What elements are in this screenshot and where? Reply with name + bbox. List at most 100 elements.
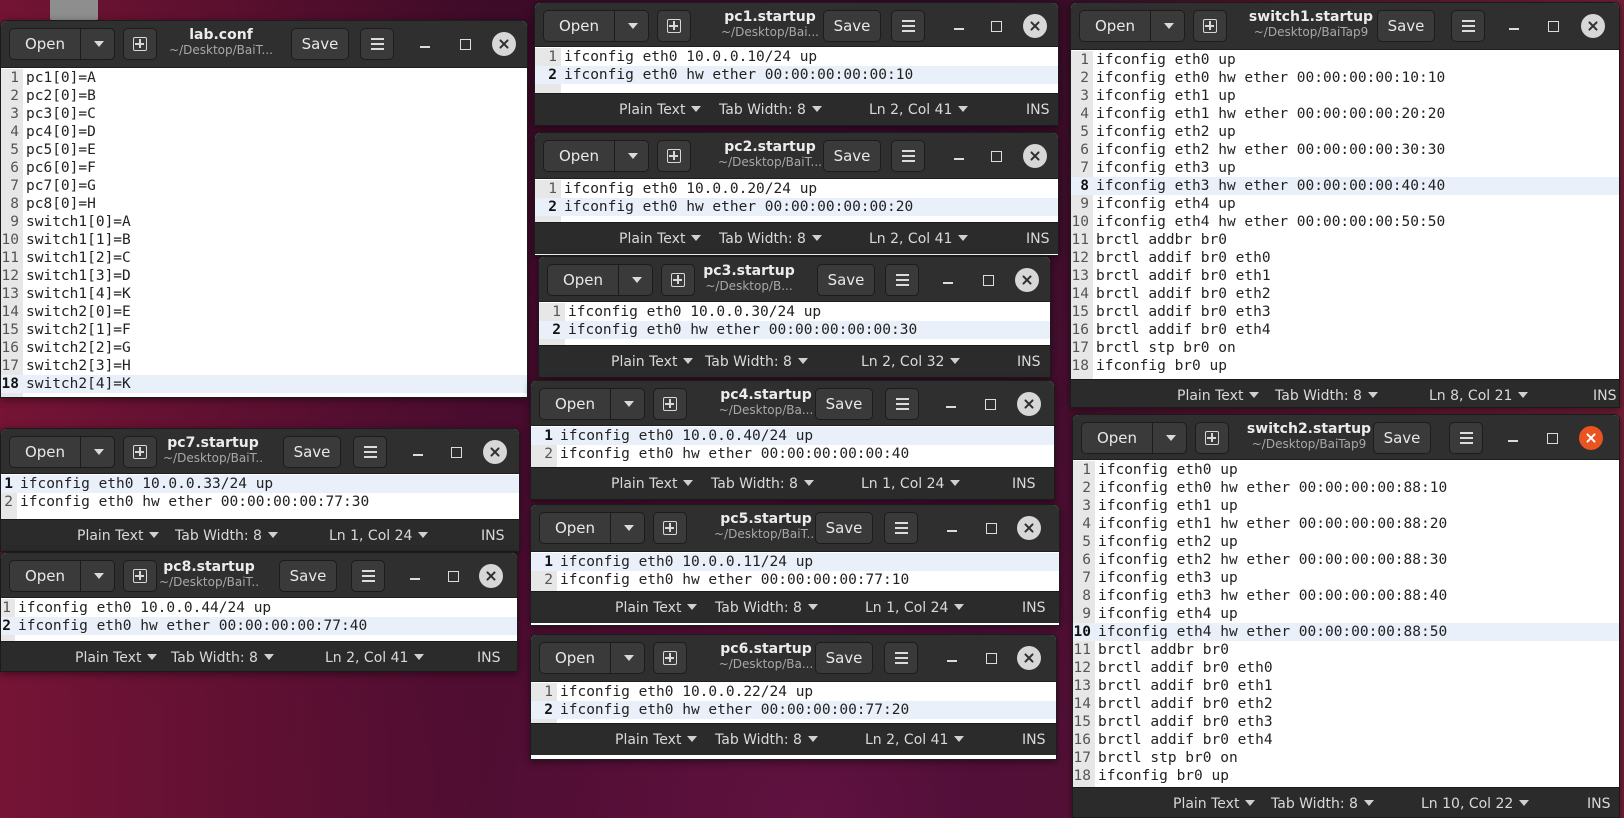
cursor-position-selector[interactable]: Ln 1, Col 24: [861, 468, 960, 499]
code-line[interactable]: 1 ifconfig eth0 10.0.0.10/24 up: [535, 48, 1058, 66]
chevron-down-icon[interactable]: [94, 449, 104, 455]
new-document-button[interactable]: [653, 512, 687, 544]
code-line[interactable]: 4 ifconfig eth1 hw ether 00:00:00:00:88:2…: [1073, 515, 1619, 533]
language-selector[interactable]: Plain Text: [619, 94, 701, 125]
minimize-icon[interactable]: [940, 516, 964, 540]
code-line[interactable]: 12 brctl addif br0 eth0: [1071, 249, 1619, 267]
open-button[interactable]: Open: [539, 512, 645, 544]
open-button[interactable]: Open: [9, 560, 115, 592]
code-line[interactable]: 11 brctl addbr br0: [1073, 641, 1619, 659]
code-line[interactable]: 2 ifconfig eth0 hw ether 00:00:00:00:77:2…: [531, 701, 1056, 719]
code-line[interactable]: 2 ifconfig eth0 hw ether 00:00:00:00:00:4…: [531, 445, 1054, 463]
text-editor-area[interactable]: 1 ifconfig eth0 up 2 ifconfig eth0 hw ether…: [1071, 51, 1619, 379]
close-icon[interactable]: [1017, 646, 1041, 670]
code-line[interactable]: 18 ifconfig br0 up: [1073, 767, 1619, 785]
insert-mode-indicator[interactable]: INS: [1026, 223, 1050, 255]
maximize-icon[interactable]: [976, 268, 1000, 292]
text-editor-area[interactable]: 1 ifconfig eth0 up 2 ifconfig eth0 hw ether…: [1073, 461, 1619, 787]
insert-mode-indicator[interactable]: INS: [1593, 380, 1617, 407]
editor-window-pc2[interactable]: Open pc2.startup ~/Desktop/BaiT... Save 1 ifc…: [534, 132, 1059, 256]
cursor-position-selector[interactable]: Ln 2, Col 41: [325, 642, 424, 671]
code-line[interactable]: 10 ifconfig eth4 hw ether 00:00:00:00:88:…: [1073, 623, 1619, 641]
cursor-position-selector[interactable]: Ln 2, Col 32: [861, 346, 960, 377]
chevron-down-icon[interactable]: [94, 573, 104, 579]
code-line[interactable]: 15 switch2[1]=F: [1, 321, 527, 339]
save-button[interactable]: Save: [815, 388, 873, 420]
minimize-icon[interactable]: [403, 564, 427, 588]
hamburger-menu-button[interactable]: [360, 28, 394, 60]
language-selector[interactable]: Plain Text: [615, 592, 697, 624]
language-selector[interactable]: Plain Text: [611, 346, 693, 377]
tab-width-selector[interactable]: Tab Width: 8: [715, 724, 818, 756]
minimize-icon[interactable]: [936, 268, 960, 292]
minimize-icon[interactable]: [1502, 14, 1526, 38]
save-button[interactable]: Save: [815, 512, 873, 544]
code-line[interactable]: 14 brctl addif br0 eth2: [1073, 695, 1619, 713]
code-line[interactable]: 7 ifconfig eth3 up: [1073, 569, 1619, 587]
code-line[interactable]: 8 pc8[0]=H: [1, 195, 527, 213]
code-line[interactable]: 11 switch1[2]=C: [1, 249, 527, 267]
code-line[interactable]: 6 ifconfig eth2 hw ether 00:00:00:00:30:3…: [1071, 141, 1619, 159]
minimize-icon[interactable]: [947, 144, 971, 168]
new-document-button[interactable]: [1193, 10, 1227, 42]
insert-mode-indicator[interactable]: INS: [1587, 788, 1611, 817]
hamburger-menu-button[interactable]: [884, 642, 918, 674]
code-line[interactable]: 14 switch2[0]=E: [1, 303, 527, 321]
editor-window-switch2[interactable]: Open switch2.startup ~/Desktop/BaiTap9 Save…: [1072, 414, 1620, 818]
cursor-position-selector[interactable]: Ln 1, Col 24: [329, 520, 428, 551]
minimize-icon[interactable]: [406, 440, 430, 464]
code-line[interactable]: 1 ifconfig eth0 10.0.0.22/24 up: [531, 683, 1056, 701]
code-line[interactable]: 1 ifconfig eth0 10.0.0.40/24 up: [531, 427, 1054, 445]
close-icon[interactable]: [1579, 426, 1603, 450]
text-editor-area[interactable]: 1 ifconfig eth0 10.0.0.44/24 up 2 ifconfig …: [1, 599, 517, 641]
cursor-position-selector[interactable]: Ln 2, Col 41: [869, 223, 968, 255]
new-document-button[interactable]: [123, 28, 157, 60]
hamburger-menu-button[interactable]: [353, 436, 387, 468]
code-line[interactable]: 13 brctl addif br0 eth1: [1071, 267, 1619, 285]
code-line[interactable]: 3 pc3[0]=C: [1, 105, 527, 123]
code-line[interactable]: 2 ifconfig eth0 hw ether 00:00:00:00:10:1…: [1071, 69, 1619, 87]
chevron-down-icon[interactable]: [94, 41, 104, 47]
code-line[interactable]: 15 brctl addif br0 eth3: [1073, 713, 1619, 731]
close-icon[interactable]: [1017, 516, 1041, 540]
language-selector[interactable]: Plain Text: [77, 520, 159, 551]
tab-width-selector[interactable]: Tab Width: 8: [715, 592, 818, 624]
close-icon[interactable]: [1015, 268, 1039, 292]
open-button[interactable]: Open: [539, 642, 645, 674]
code-line[interactable]: 4 pc4[0]=D: [1, 123, 527, 141]
editor-window-pc8[interactable]: Open pc8.startup ~/Desktop/BaiT... Save 1 ifc…: [0, 552, 518, 672]
close-icon[interactable]: [1023, 14, 1047, 38]
code-line[interactable]: 2 ifconfig eth0 hw ether 00:00:00:00:00:3…: [539, 321, 1050, 339]
maximize-icon[interactable]: [979, 646, 1003, 670]
language-selector[interactable]: Plain Text: [1173, 788, 1255, 817]
close-icon[interactable]: [1023, 144, 1047, 168]
maximize-icon[interactable]: [1540, 426, 1564, 450]
text-editor-area[interactable]: 1 ifconfig eth0 10.0.0.30/24 up 2 ifconfig …: [539, 303, 1050, 345]
code-line[interactable]: 2 pc2[0]=B: [1, 87, 527, 105]
save-button[interactable]: Save: [1373, 422, 1431, 454]
save-button[interactable]: Save: [817, 264, 875, 296]
editor-window-pc3[interactable]: Open pc3.startup ~/Desktop/B... Save 1 ifconf…: [538, 256, 1051, 378]
editor-window-pc6[interactable]: Open pc6.startup ~/Desktop/Ba... Save 1 ifcon…: [530, 634, 1057, 760]
editor-window-pc7[interactable]: Open pc7.startup ~/Desktop/BaiT... Save 1 ifc…: [0, 428, 520, 552]
hamburger-menu-button[interactable]: [885, 264, 919, 296]
tab-width-selector[interactable]: Tab Width: 8: [175, 520, 278, 551]
code-line[interactable]: 16 switch2[2]=G: [1, 339, 527, 357]
tab-width-selector[interactable]: Tab Width: 8: [719, 223, 822, 255]
language-selector[interactable]: Plain Text: [611, 468, 693, 499]
chevron-down-icon[interactable]: [628, 153, 638, 159]
tab-width-selector[interactable]: Tab Width: 8: [705, 346, 808, 377]
insert-mode-indicator[interactable]: INS: [1026, 94, 1050, 125]
code-line[interactable]: 11 brctl addbr br0: [1071, 231, 1619, 249]
open-button[interactable]: Open: [547, 264, 653, 296]
text-editor-area[interactable]: 1 ifconfig eth0 10.0.0.20/24 up 2 ifconfig …: [535, 180, 1058, 222]
minimize-icon[interactable]: [947, 14, 971, 38]
code-line[interactable]: 2 ifconfig eth0 hw ether 00:00:00:00:00:1…: [535, 66, 1058, 84]
hamburger-menu-button[interactable]: [1451, 10, 1485, 42]
insert-mode-indicator[interactable]: INS: [481, 520, 505, 551]
insert-mode-indicator[interactable]: INS: [1022, 724, 1046, 756]
code-line[interactable]: 2 ifconfig eth0 hw ether 00:00:00:00:88:1…: [1073, 479, 1619, 497]
code-line[interactable]: 10 switch1[1]=B: [1, 231, 527, 249]
open-button[interactable]: Open: [9, 28, 115, 60]
open-button[interactable]: Open: [543, 10, 649, 42]
